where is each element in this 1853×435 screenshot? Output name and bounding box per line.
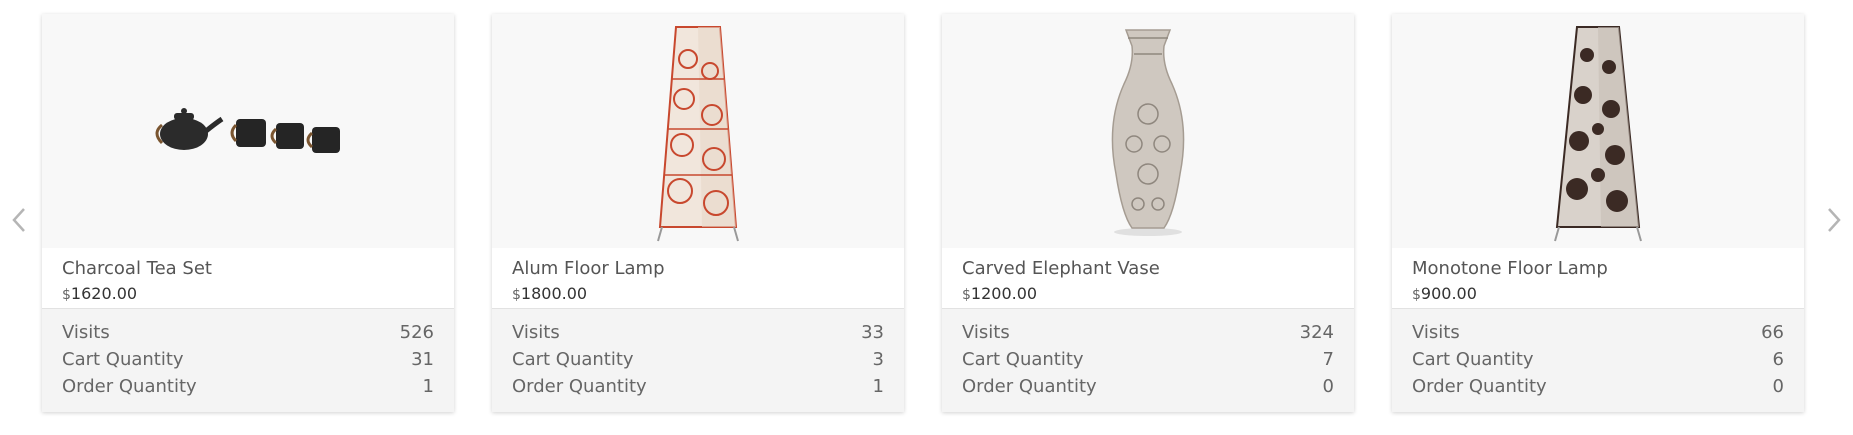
product-info: Monotone Floor Lamp $900.00	[1392, 248, 1804, 309]
product-info: Charcoal Tea Set $1620.00	[42, 248, 454, 309]
stat-label: Visits	[1412, 322, 1460, 343]
product-info: Alum Floor Lamp $1800.00	[492, 248, 904, 309]
product-card[interactable]: Charcoal Tea Set $1620.00 Visits 526 Cart…	[42, 14, 454, 412]
stat-order-quantity: Order Quantity 1	[62, 373, 434, 400]
product-name[interactable]: Charcoal Tea Set	[62, 248, 434, 280]
stat-label: Visits	[512, 322, 560, 343]
product-price: $900.00	[1412, 284, 1784, 305]
stat-label: Order Quantity	[512, 376, 647, 397]
product-name[interactable]: Carved Elephant Vase	[962, 248, 1334, 280]
stat-label: Visits	[62, 322, 110, 343]
product-name[interactable]: Alum Floor Lamp	[512, 248, 884, 280]
stat-visits: Visits 526	[62, 319, 434, 346]
stat-cart-quantity: Cart Quantity 6	[1412, 346, 1784, 373]
stat-value: 33	[861, 322, 884, 343]
carousel-next-button[interactable]	[1819, 205, 1849, 235]
alum-floor-lamp-image	[657, 26, 739, 242]
stat-label: Order Quantity	[62, 376, 197, 397]
stat-cart-quantity: Cart Quantity 7	[962, 346, 1334, 373]
currency-symbol: $	[1412, 287, 1421, 303]
product-image[interactable]	[42, 14, 454, 248]
stat-order-quantity: Order Quantity 0	[962, 373, 1334, 400]
product-card-list: Charcoal Tea Set $1620.00 Visits 526 Cart…	[42, 14, 1806, 414]
product-price: $1800.00	[512, 284, 884, 305]
product-image[interactable]	[942, 14, 1354, 248]
stat-order-quantity: Order Quantity 0	[1412, 373, 1784, 400]
product-card[interactable]: Monotone Floor Lamp $900.00 Visits 66 Car…	[1392, 14, 1804, 412]
stat-visits: Visits 66	[1412, 319, 1784, 346]
currency-symbol: $	[962, 287, 971, 303]
stat-value: 7	[1322, 349, 1334, 370]
currency-symbol: $	[512, 287, 521, 303]
product-price: $1620.00	[62, 284, 434, 305]
stat-value: 66	[1761, 322, 1784, 343]
chevron-right-icon	[1828, 208, 1841, 232]
price-value: 900.00	[1420, 284, 1477, 303]
stat-visits: Visits 33	[512, 319, 884, 346]
stat-cart-quantity: Cart Quantity 31	[62, 346, 434, 373]
stat-label: Order Quantity	[962, 376, 1097, 397]
stat-label: Visits	[962, 322, 1010, 343]
monotone-floor-lamp-image	[1554, 26, 1642, 242]
price-value: 1200.00	[970, 284, 1038, 303]
stat-value: 0	[1772, 376, 1784, 397]
stat-value: 526	[399, 322, 434, 343]
product-image[interactable]	[1392, 14, 1804, 248]
stat-label: Order Quantity	[1412, 376, 1547, 397]
stat-value: 0	[1322, 376, 1334, 397]
stat-value: 1	[872, 376, 884, 397]
stat-value: 31	[411, 349, 434, 370]
stat-label: Cart Quantity	[1412, 349, 1534, 370]
carousel-prev-button[interactable]	[4, 205, 34, 235]
product-stats: Visits 66 Cart Quantity 6 Order Quantity 0	[1392, 309, 1804, 412]
charcoal-tea-set-image	[155, 108, 340, 153]
price-value: 1620.00	[70, 284, 138, 303]
product-name[interactable]: Monotone Floor Lamp	[1412, 248, 1784, 280]
product-carousel: Charcoal Tea Set $1620.00 Visits 526 Cart…	[0, 0, 1853, 435]
stat-visits: Visits 324	[962, 319, 1334, 346]
product-card[interactable]: Alum Floor Lamp $1800.00 Visits 33 Cart Q…	[492, 14, 904, 412]
chevron-left-icon	[12, 208, 25, 232]
stat-value: 6	[1772, 349, 1784, 370]
product-stats: Visits 33 Cart Quantity 3 Order Quantity 1	[492, 309, 904, 412]
stat-label: Cart Quantity	[62, 349, 184, 370]
product-stats: Visits 526 Cart Quantity 31 Order Quantity…	[42, 309, 454, 412]
stat-order-quantity: Order Quantity 1	[512, 373, 884, 400]
price-value: 1800.00	[520, 284, 588, 303]
stat-label: Cart Quantity	[512, 349, 634, 370]
product-stats: Visits 324 Cart Quantity 7 Order Quantity 0	[942, 309, 1354, 412]
stat-label: Cart Quantity	[962, 349, 1084, 370]
stat-value: 1	[422, 376, 434, 397]
product-info: Carved Elephant Vase $1200.00	[942, 248, 1354, 309]
product-image[interactable]	[492, 14, 904, 248]
stat-value: 324	[1299, 322, 1334, 343]
stat-value: 3	[872, 349, 884, 370]
stat-cart-quantity: Cart Quantity 3	[512, 346, 884, 373]
product-price: $1200.00	[962, 284, 1334, 305]
product-card[interactable]: Carved Elephant Vase $1200.00 Visits 324 …	[942, 14, 1354, 412]
carved-elephant-vase-image	[1111, 29, 1185, 236]
currency-symbol: $	[62, 287, 71, 303]
